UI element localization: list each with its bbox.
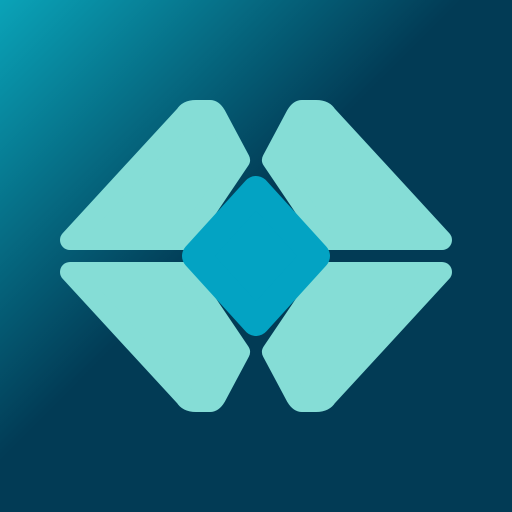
app-icon	[0, 0, 512, 512]
